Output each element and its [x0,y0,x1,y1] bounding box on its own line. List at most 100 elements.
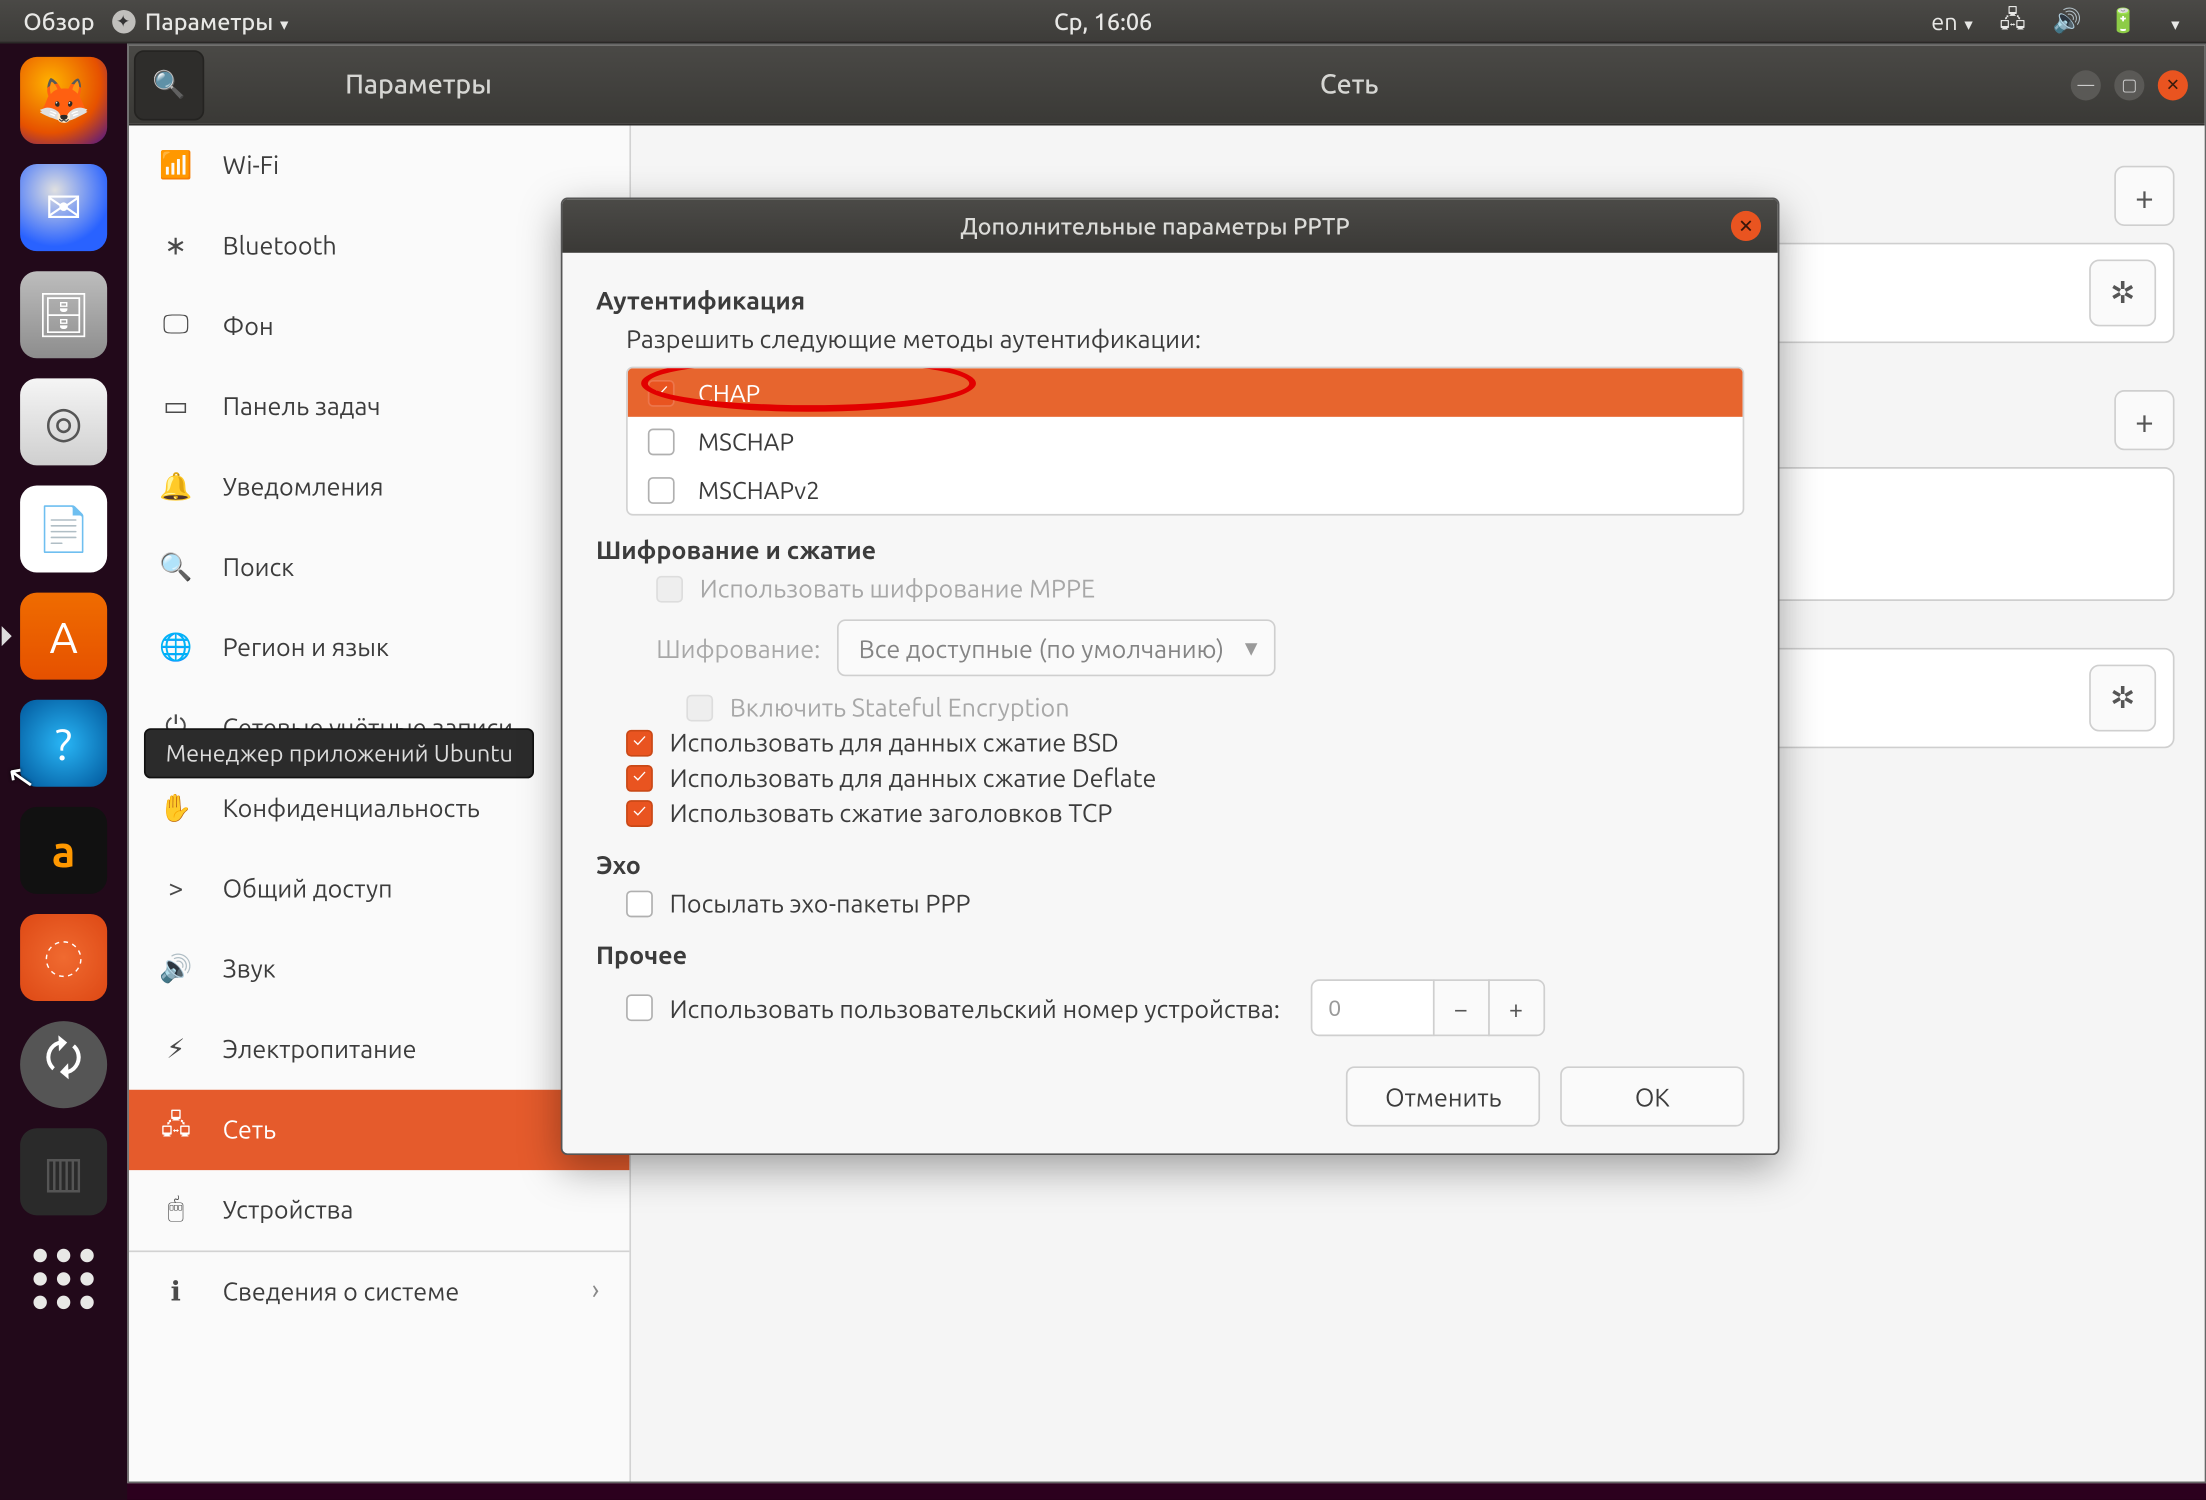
auth-method-row[interactable]: MSCHAP [628,417,1743,466]
volume-icon[interactable]: 🔊 [2052,7,2081,35]
dialog-titlebar[interactable]: Дополнительные параметры PPTP ✕ [562,199,1777,253]
launcher-files[interactable]: 🗄 [20,271,107,358]
launcher-amazon[interactable]: a [20,807,107,894]
checkbox-tcp-header-compress[interactable] [626,799,653,826]
checkbox-custom-unit[interactable] [626,994,653,1021]
connection-settings-button[interactable]: ✲ [2089,259,2156,326]
option-label: Использовать для данных сжатие BSD [670,728,1119,756]
sidebar-item-3[interactable]: ▭ Панель задач [129,367,630,447]
cancel-button[interactable]: Отменить [1347,1066,1540,1126]
auth-method-label: MSCHAP [698,427,794,455]
sidebar-item-11[interactable]: ⚡ Электропитание [129,1009,630,1089]
option-label: Использовать шифрование MPPE [700,574,1095,602]
launcher-show-applications[interactable] [20,1235,107,1322]
sidebar-item-0[interactable]: 📶 Wi-Fi [129,126,630,206]
auth-method-row[interactable]: CHAP [628,368,1743,417]
launcher-firefox[interactable]: 🦊 [20,57,107,144]
auth-method-label: MSCHAPv2 [698,475,820,503]
checkbox-ppp-echo[interactable] [626,890,653,917]
dialog-title: Дополнительные параметры PPTP [579,213,1731,240]
search-button[interactable]: 🔍 [134,49,204,119]
sidebar-icon: ✋ [159,791,192,824]
misc-section-title: Прочее [596,941,1744,969]
dialog-close-button[interactable]: ✕ [1731,211,1761,241]
auth-checkbox[interactable] [648,428,675,455]
launcher-software-updater[interactable]: 🗘 [20,1021,107,1108]
system-menu-caret[interactable] [2164,8,2179,35]
info-icon: ℹ [159,1274,192,1307]
sidebar-item-label: Регион и язык [223,633,389,661]
sidebar-item-13[interactable]: 🖱Устройства [129,1170,630,1250]
sidebar-icon: < [159,871,192,904]
window-close-button[interactable]: ✕ [2158,69,2188,99]
ok-button[interactable]: ОК [1560,1066,1744,1126]
launcher-tooltip: Менеджер приложений Ubuntu [144,728,535,778]
activities-button[interactable]: Обзор [23,8,94,35]
unit-number-input[interactable] [1310,979,1434,1036]
option-label: Использовать пользовательский номер устр… [670,994,1280,1022]
option-label: Посылать эхо-пакеты PPP [670,889,971,917]
sidebar-item-2[interactable]: 🖵 Фон [129,286,630,366]
sidebar-icon: ▭ [159,389,192,422]
sidebar-item-label: Конфиденциальность [223,793,480,821]
chevron-right-icon: › [592,1276,600,1306]
checkbox-mppe[interactable] [656,575,683,602]
auth-checkbox[interactable] [648,379,675,406]
sidebar-item-label: Панель задач [223,392,381,420]
sidebar-item-1[interactable]: ∗Bluetooth [129,206,630,286]
app-menu[interactable]: Параметры [111,8,288,35]
sidebar-item-label: Сеть [223,1115,276,1143]
sidebar-item-4[interactable]: 🔔Уведомления [129,447,630,527]
clock[interactable]: Ср, 16:06 [1054,8,1152,35]
sidebar-item-label: Поиск [223,552,295,580]
sidebar-icon: 🌐 [159,630,192,663]
launcher-unknown[interactable]: ▥ [20,1128,107,1215]
add-connection-button[interactable]: + [2114,166,2174,226]
sidebar-item-label: Уведомления [223,472,384,500]
sidebar-item-8[interactable]: ✋ Конфиденциальность [129,768,630,848]
sidebar-item-6[interactable]: 🌐 Регион и язык [129,608,630,688]
window-minimize-button[interactable]: — [2071,69,2101,99]
spin-minus-button[interactable]: − [1432,979,1489,1036]
sidebar-item-label: Звук [223,954,276,982]
top-menu-bar: Обзор Параметры Ср, 16:06 en 🖧 🔊 🔋 [0,0,2206,44]
sidebar-icon: 🔍 [159,550,192,583]
auth-section-title: Аутентификация [596,286,1744,314]
launcher-writer[interactable]: 📄 [20,485,107,572]
sidebar-item-about[interactable]: ℹ Сведения о системе › [129,1250,630,1330]
sidebar-icon: 📶 [159,148,192,181]
sidebar-item-label: Wi-Fi [223,151,279,179]
sidebar-item-10[interactable]: 🔊Звук [129,929,630,1009]
connection-settings-button[interactable]: ✲ [2089,665,2156,732]
launcher-ubuntu-software[interactable]: A [20,593,107,680]
sidebar-item-label: Фон [223,311,274,339]
encryption-section-title: Шифрование и сжатие [596,536,1744,564]
add-connection-button[interactable]: + [2114,390,2174,450]
option-label: Использовать сжатие заголовков TCP [670,798,1113,826]
window-maximize-button[interactable]: ▢ [2114,69,2144,99]
launcher-rhythmbox[interactable]: ◎ [20,378,107,465]
sidebar-icon: 🖵 [159,309,192,342]
checkbox-bsd-compress[interactable] [626,729,653,756]
sidebar-item-5[interactable]: 🔍 Поиск [129,527,630,607]
sidebar-item-label: Электропитание [223,1035,417,1063]
launcher-thunderbird[interactable]: ✉ [20,164,107,251]
auth-checkbox[interactable] [648,476,675,503]
network-icon[interactable]: 🖧 [2000,1,2026,41]
sidebar-icon: 🖧 [159,1112,192,1145]
auth-method-label: CHAP [698,378,760,406]
sidebar-item-9[interactable]: <Общий доступ [129,849,630,929]
combo-value: Все доступные (по умолчанию) [859,634,1224,662]
checkbox-stateful[interactable] [686,694,713,721]
settings-title-panel: Сеть [628,69,2071,99]
auth-method-row[interactable]: MSCHAPv2 [628,465,1743,514]
checkbox-deflate-compress[interactable] [626,764,653,791]
keyboard-layout-indicator[interactable]: en [1931,8,1972,35]
encryption-combo[interactable]: Все доступные (по умолчанию) [837,619,1276,676]
sidebar-icon: ⚡ [159,1032,192,1065]
battery-icon[interactable]: 🔋 [2108,7,2137,35]
sidebar-item-label: Bluetooth [223,231,337,259]
sidebar-item-12[interactable]: 🖧 Сеть [129,1090,630,1170]
launcher-settings[interactable]: ◌ [20,914,107,1001]
spin-plus-button[interactable]: + [1488,979,1545,1036]
